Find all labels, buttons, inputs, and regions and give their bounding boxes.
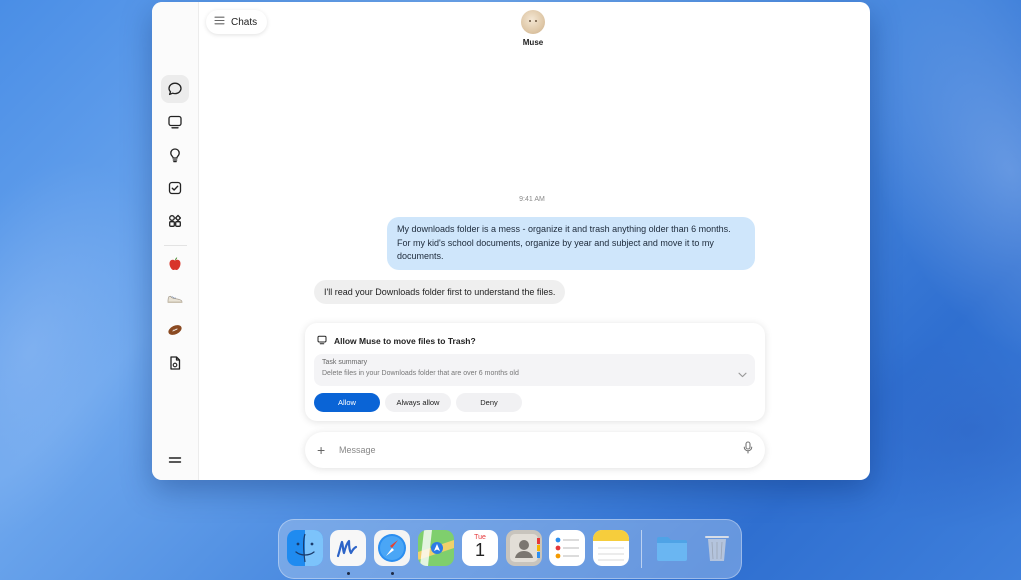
chats-button[interactable]: Chats [206,10,268,34]
app-running-indicator [347,572,350,575]
checkbox-icon[interactable] [161,174,189,202]
chat-bubble-icon[interactable] [161,75,189,103]
agent-avatar [521,10,545,34]
message-composer: + Message [305,432,765,468]
chats-button-label: Chats [231,16,258,28]
reminders-app-icon[interactable] [549,530,585,566]
always-allow-button[interactable]: Always allow [385,393,451,412]
permission-header: Allow Muse to move files to Trash? [317,335,476,347]
agent-header[interactable]: Muse [508,10,558,47]
chevron-down-icon[interactable] [738,365,747,383]
apple-icon[interactable] [161,250,189,278]
dock: Tue 1 [278,519,742,579]
sneaker-icon[interactable] [161,283,189,311]
dock-divider [641,530,642,568]
downloads-folder-icon[interactable] [654,530,690,566]
maps-app-icon[interactable] [418,530,454,566]
document-icon[interactable] [161,349,189,377]
calendar-date: 1 [474,540,485,560]
message-input[interactable]: Message [339,445,743,455]
app-running-indicator [391,572,394,575]
task-summary-panel[interactable]: Task summary Delete files in your Downlo… [314,354,755,386]
user-message-bubble: My downloads folder is a mess - organize… [387,217,755,270]
football-icon[interactable] [161,316,189,344]
task-summary-text: Delete files in your Downloads folder th… [322,370,519,377]
list-icon [214,16,225,28]
contacts-app-icon[interactable] [506,530,542,566]
microphone-icon[interactable] [743,441,753,459]
permission-title: Allow Muse to move files to Trash? [334,336,476,346]
task-summary-label: Task summary [322,359,368,366]
finder-app-icon[interactable] [287,530,323,566]
permission-card: Allow Muse to move files to Trash? Task … [305,323,765,421]
hamburger-menu-icon[interactable] [161,446,189,474]
safari-app-icon[interactable] [374,530,410,566]
sidebar [152,2,199,480]
monitor-icon[interactable] [161,108,189,136]
calendar-app-icon[interactable]: Tue 1 [462,530,498,566]
agent-name: Muse [522,38,544,47]
message-timestamp: 9:41 AM [519,196,545,203]
monitor-icon [317,335,327,347]
agent-message-bubble: I'll read your Downloads folder first to… [314,280,566,304]
lightbulb-icon[interactable] [161,141,189,169]
allow-button[interactable]: Allow [314,393,380,412]
app-window: Chats Muse 9:41 AM My downloads folder i… [152,2,870,480]
trash-icon[interactable] [699,530,735,566]
deny-button[interactable]: Deny [456,393,522,412]
muse-app-icon[interactable] [330,530,366,566]
apps-grid-icon[interactable] [161,207,189,235]
plus-icon[interactable]: + [317,442,329,458]
sidebar-divider [164,245,187,246]
notes-app-icon[interactable] [593,530,629,566]
